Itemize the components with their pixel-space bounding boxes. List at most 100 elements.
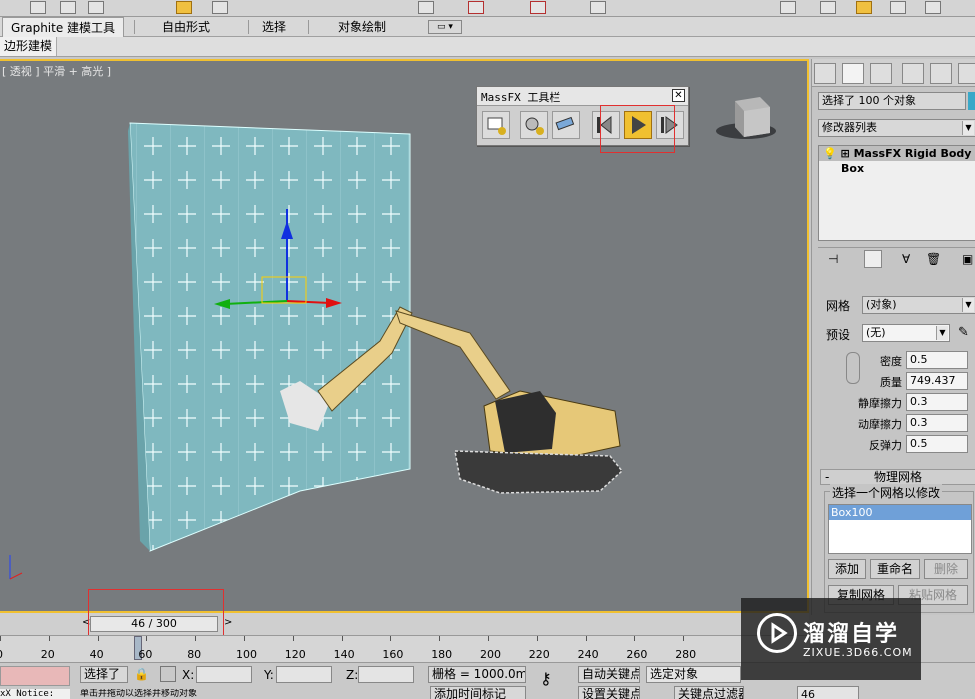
mesh-type-dropdown[interactable]: (对象) ▼ xyxy=(862,296,975,314)
select-region-icon[interactable] xyxy=(60,1,76,14)
world-params-icon[interactable] xyxy=(482,111,510,139)
grid-size: 栅格 = 1000.0mm xyxy=(428,666,526,683)
tab-selection[interactable]: 选择 xyxy=(254,17,294,37)
viewport-label[interactable]: [ 透视 ] 平滑 + 高光 ] xyxy=(2,63,111,79)
stack-tools: ⊣ ∀ 🗑 ▣ xyxy=(818,247,975,271)
make-unique-icon[interactable]: ∀ xyxy=(902,252,910,266)
track-tick xyxy=(244,636,245,641)
select-move-icon[interactable] xyxy=(88,1,104,14)
rotate-icon[interactable] xyxy=(212,1,228,14)
set-key-button[interactable]: 设置关键点 xyxy=(578,686,640,699)
expand-icon[interactable]: ⊞ xyxy=(841,147,850,160)
auto-key-button[interactable]: 自动关键点 xyxy=(578,666,640,683)
polygon-modeling-panel[interactable]: 边形建模 xyxy=(0,37,58,56)
lightbulb-icon[interactable]: 💡 xyxy=(823,147,837,160)
rigid-body-icon[interactable] xyxy=(520,111,548,139)
lock-icon[interactable]: 🔒 xyxy=(134,667,149,681)
command-panel-tabs xyxy=(812,59,975,87)
track-tick-label: 160 xyxy=(382,648,404,661)
physical-mesh-rollout[interactable]: - 物理网格 xyxy=(820,469,975,485)
next-frame-icon[interactable]: > xyxy=(224,617,232,628)
text-abc-icon[interactable] xyxy=(590,1,606,14)
key-icon[interactable]: ⚷ xyxy=(540,669,552,688)
y-label: Y: xyxy=(264,668,274,682)
create-tab-icon[interactable] xyxy=(814,63,836,84)
main-toolbar xyxy=(0,0,975,17)
select-mesh-group-label: 选择一个网格以修改 xyxy=(830,484,943,501)
brick-wall xyxy=(129,122,411,552)
constraint-icon[interactable] xyxy=(552,111,580,139)
chevron-down-icon: ▼ xyxy=(962,121,974,135)
x-label: X: xyxy=(182,668,195,682)
rename-button[interactable]: 重命名 xyxy=(870,559,920,579)
render-setup-icon[interactable] xyxy=(780,1,796,14)
align-icon[interactable] xyxy=(468,1,484,14)
material-editor-icon[interactable] xyxy=(890,1,906,14)
ribbon-options-dropdown[interactable]: ▭ ▾ xyxy=(428,20,462,34)
modify-tab-icon[interactable] xyxy=(842,63,864,84)
show-end-result-icon[interactable] xyxy=(864,250,882,268)
add-button[interactable]: 添加 xyxy=(828,559,866,579)
z-coordinate-field[interactable] xyxy=(358,666,414,683)
static-friction-spinner[interactable]: 0.3 xyxy=(906,393,968,411)
track-tick xyxy=(146,636,148,641)
render-icon[interactable] xyxy=(856,1,872,14)
configure-sets-icon[interactable]: ▣ xyxy=(962,252,973,266)
modifier-stack[interactable]: 💡 ⊞ MassFX Rigid Body Box xyxy=(818,145,975,241)
tab-object-paint[interactable]: 对象绘制 xyxy=(330,17,394,37)
mirror-icon[interactable] xyxy=(418,1,434,14)
dynamic-friction-spinner[interactable]: 0.3 xyxy=(906,414,968,432)
maxscript-listener[interactable] xyxy=(0,666,70,686)
track-tick-label: 20 xyxy=(40,648,55,661)
preset-label: 预设 xyxy=(826,328,851,342)
density-spinner[interactable]: 0.5 xyxy=(906,351,968,369)
track-tick xyxy=(536,636,538,641)
absolute-mode-icon[interactable] xyxy=(160,666,176,682)
tab-separator xyxy=(308,20,309,34)
preset-dropdown[interactable]: (无) ▼ xyxy=(862,324,950,342)
eyedropper-icon[interactable]: ✎ xyxy=(958,325,969,340)
massfx-title-bar[interactable]: MassFX 工具栏 ✕ xyxy=(477,87,688,106)
render-frame-icon[interactable] xyxy=(820,1,836,14)
stack-item-box[interactable]: Box xyxy=(819,161,975,176)
layer-icon[interactable] xyxy=(530,1,546,14)
link-icon[interactable] xyxy=(846,352,860,384)
ribbon-panel: 边形建模 xyxy=(0,37,975,57)
add-time-tag-button[interactable]: 添加时间标记 xyxy=(430,686,526,699)
modifier-list-dropdown[interactable]: 修改器列表 ▼ xyxy=(818,119,975,137)
selection-set-dropdown[interactable]: 选定对象 xyxy=(646,666,741,683)
max-window: Graphite 建模工具 自由形式 选择 对象绘制 ▭ ▾ 边形建模 [透视… xyxy=(0,0,975,699)
x-coordinate-field[interactable] xyxy=(196,666,252,683)
utilities-tab-icon[interactable] xyxy=(958,63,975,84)
track-tick-label: 280 xyxy=(675,648,697,661)
y-coordinate-field[interactable] xyxy=(276,666,332,683)
stack-item-rigid-body[interactable]: 💡 ⊞ MassFX Rigid Body xyxy=(819,146,975,161)
tab-separator xyxy=(134,20,135,34)
tab-freeform[interactable]: 自由形式 xyxy=(154,17,218,37)
key-filters-button[interactable]: 关键点过滤器 xyxy=(674,686,744,699)
remove-modifier-icon[interactable]: 🗑 xyxy=(926,252,941,266)
tab-separator xyxy=(248,20,249,34)
hierarchy-tab-icon[interactable] xyxy=(870,63,892,84)
track-tick xyxy=(634,636,636,641)
list-item[interactable]: Box100 xyxy=(829,505,971,520)
current-frame-field[interactable]: 46 xyxy=(797,686,859,699)
curve-editor-icon[interactable] xyxy=(925,1,941,14)
track-bar[interactable]: 0 20 40 60 80 100 120 140 160 180 200 220 240 260 280 xyxy=(0,635,809,662)
object-color-swatch[interactable] xyxy=(968,92,975,110)
motion-tab-icon[interactable] xyxy=(902,63,924,84)
mass-spinner[interactable]: 749.437 xyxy=(906,372,968,390)
delete-button[interactable]: 删除 xyxy=(924,559,968,579)
close-button[interactable]: ✕ xyxy=(672,89,685,102)
track-tick-label: 80 xyxy=(187,648,202,661)
selection-count: 选择了 xyxy=(80,666,128,683)
move-icon[interactable] xyxy=(176,1,192,14)
bounciness-spinner[interactable]: 0.5 xyxy=(906,435,968,453)
watermark-name: 溜溜自学 xyxy=(803,622,900,647)
mesh-list[interactable]: Box100 xyxy=(828,504,972,554)
selection-name-field[interactable]: 选择了 100 个对象 xyxy=(818,92,966,110)
tab-graphite[interactable]: Graphite 建模工具 xyxy=(2,17,125,37)
select-icon[interactable] xyxy=(30,1,46,14)
pin-stack-icon[interactable]: ⊣ xyxy=(828,252,838,266)
display-tab-icon[interactable] xyxy=(930,63,952,84)
